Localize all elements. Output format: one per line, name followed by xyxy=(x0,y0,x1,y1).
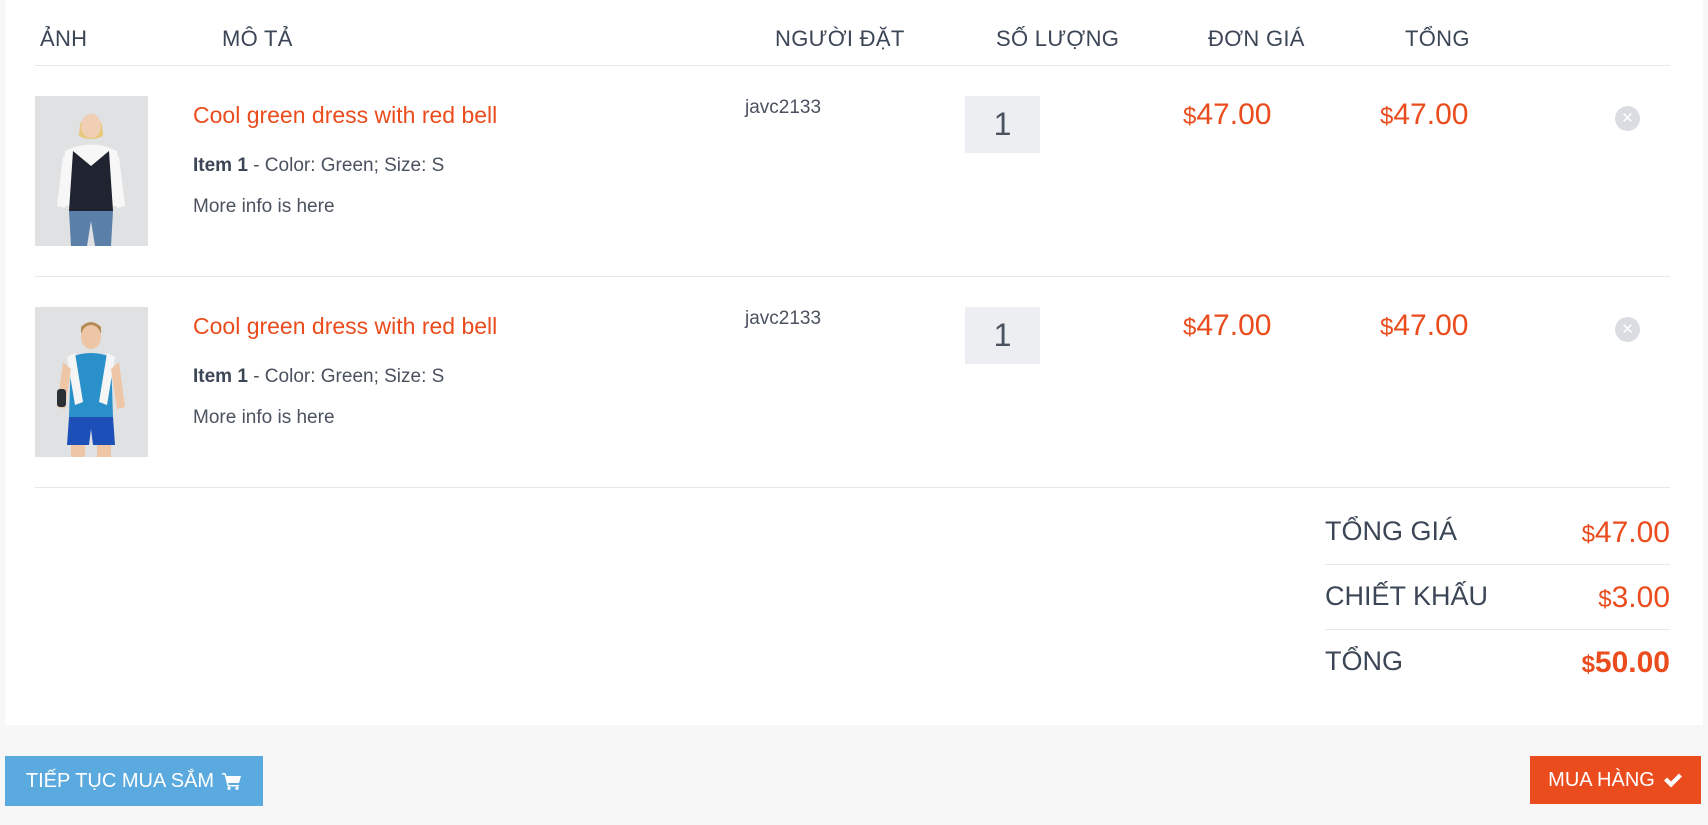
woman-vest-photo-icon xyxy=(35,96,148,246)
col-description-header: MÔ TẢ xyxy=(222,26,293,51)
close-icon: ✕ xyxy=(1621,110,1634,127)
continue-shopping-label: TIẾP TỤC MUA SẮM xyxy=(25,769,215,792)
unit-price: $47.00 xyxy=(1183,98,1271,132)
currency-symbol: $ xyxy=(1581,651,1595,678)
currency-symbol: $ xyxy=(1380,314,1394,341)
check-icon xyxy=(1663,773,1682,788)
buyer-name: javc2133 xyxy=(745,97,822,118)
product-variant: Item 1 - Color: Green; Size: S xyxy=(193,366,444,388)
line-total-value: 47.00 xyxy=(1393,98,1469,131)
line-total: $47.00 xyxy=(1380,309,1468,343)
subtotal-label: TỔNG GIÁ xyxy=(1325,516,1458,546)
product-variant: Item 1 - Color: Green; Size: S xyxy=(193,155,444,177)
product-image[interactable] xyxy=(35,307,148,457)
variant-text: - Color: Green; Size: S xyxy=(247,155,445,176)
grand-total-amount: 50.00 xyxy=(1594,646,1670,679)
unit-price-value: 47.00 xyxy=(1196,309,1272,342)
product-more-info: More info is here xyxy=(193,196,335,217)
subtotal-value: $47.00 xyxy=(1582,516,1670,550)
remove-item-button[interactable]: ✕ xyxy=(1615,106,1640,131)
cart-icon xyxy=(222,773,242,790)
cart-panel: ẢNH MÔ TẢ NGƯỜI ĐẶT SỐ LƯỢNG ĐƠN GIÁ TỔN… xyxy=(5,0,1703,725)
subtotal-amount: 47.00 xyxy=(1594,516,1670,549)
discount-label: CHIẾT KHẤU xyxy=(1325,581,1489,611)
col-image-header: ẢNH xyxy=(40,26,88,51)
product-image[interactable] xyxy=(35,96,148,246)
man-towel-photo-icon xyxy=(35,307,148,457)
buy-button[interactable]: MUA HÀNG xyxy=(1530,756,1701,804)
line-total-value: 47.00 xyxy=(1393,309,1469,342)
currency-symbol: $ xyxy=(1183,103,1197,130)
discount-value: $3.00 xyxy=(1598,581,1670,615)
continue-shopping-button[interactable]: TIẾP TỤC MUA SẮM xyxy=(5,756,263,806)
product-name-link[interactable]: Cool green dress with red bell xyxy=(193,313,497,340)
col-total-header: TỔNG xyxy=(1405,26,1470,51)
discount-amount: 3.00 xyxy=(1611,581,1670,614)
currency-symbol: $ xyxy=(1598,586,1612,613)
grand-total-line: TỔNG $50.00 xyxy=(1325,630,1670,695)
col-quantity-header: SỐ LƯỢNG xyxy=(996,26,1120,51)
cart-table-header: ẢNH MÔ TẢ NGƯỜI ĐẶT SỐ LƯỢNG ĐƠN GIÁ TỔN… xyxy=(35,0,1670,66)
grand-total-label: TỔNG xyxy=(1325,646,1403,676)
col-buyer-header: NGƯỜI ĐẶT xyxy=(775,26,905,51)
currency-symbol: $ xyxy=(1380,103,1394,130)
product-name-link[interactable]: Cool green dress with red bell xyxy=(193,102,497,129)
buyer-name: javc2133 xyxy=(745,308,822,329)
grand-total-value: $50.00 xyxy=(1582,646,1670,680)
cart-row: Cool green dress with red bell Item 1 - … xyxy=(35,66,1670,277)
currency-symbol: $ xyxy=(1183,314,1197,341)
unit-price: $47.00 xyxy=(1183,309,1271,343)
currency-symbol: $ xyxy=(1581,521,1595,548)
subtotal-line: TỔNG GIÁ $47.00 xyxy=(1325,500,1670,565)
discount-line: CHIẾT KHẤU $3.00 xyxy=(1325,565,1670,630)
quantity-input[interactable] xyxy=(965,307,1040,364)
cart-row: Cool green dress with red bell Item 1 - … xyxy=(35,277,1670,488)
close-icon: ✕ xyxy=(1621,321,1634,338)
variant-text: - Color: Green; Size: S xyxy=(247,366,445,387)
product-more-info: More info is here xyxy=(193,407,335,428)
item-label: Item 1 xyxy=(193,366,248,387)
item-label: Item 1 xyxy=(193,155,248,176)
col-unit-price-header: ĐƠN GIÁ xyxy=(1208,26,1305,51)
unit-price-value: 47.00 xyxy=(1196,98,1272,131)
buy-label: MUA HÀNG xyxy=(1548,768,1655,791)
remove-item-button[interactable]: ✕ xyxy=(1615,317,1640,342)
line-total: $47.00 xyxy=(1380,98,1468,132)
quantity-input[interactable] xyxy=(965,96,1040,153)
